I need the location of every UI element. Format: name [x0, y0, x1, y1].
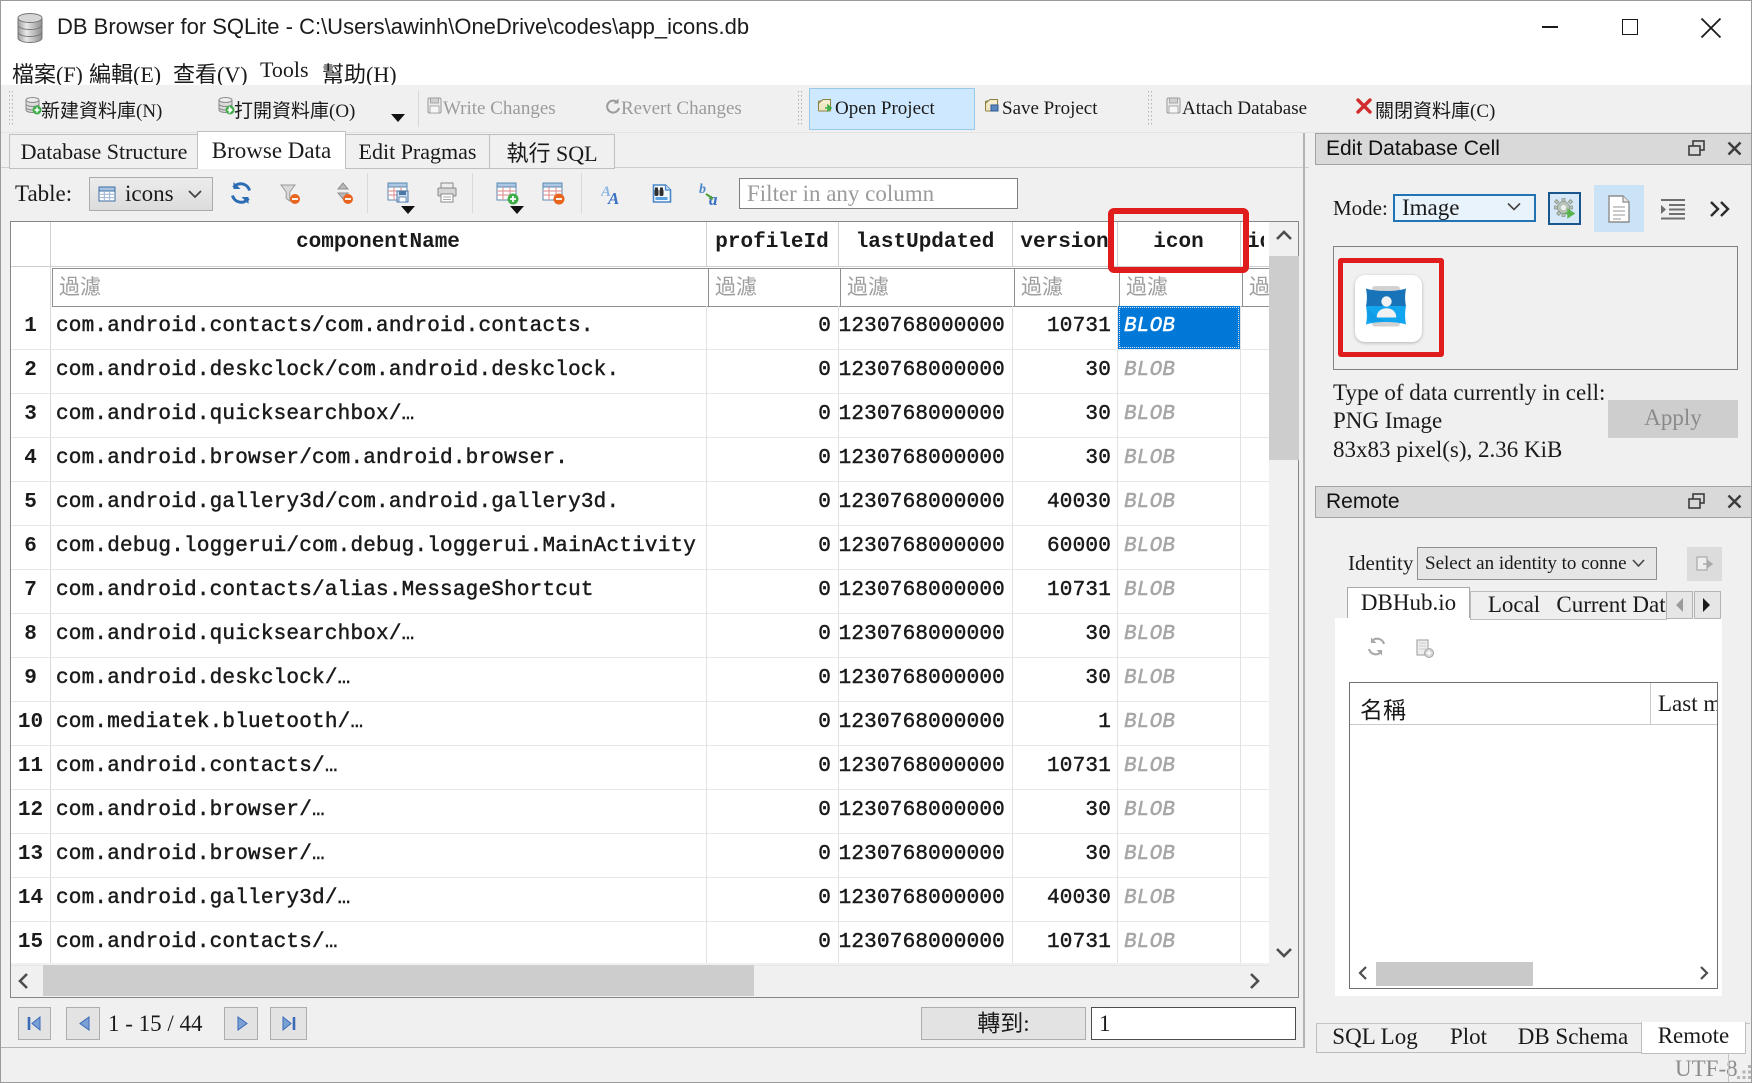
svg-text:A: A	[607, 189, 619, 205]
svg-text:b: b	[699, 182, 706, 197]
